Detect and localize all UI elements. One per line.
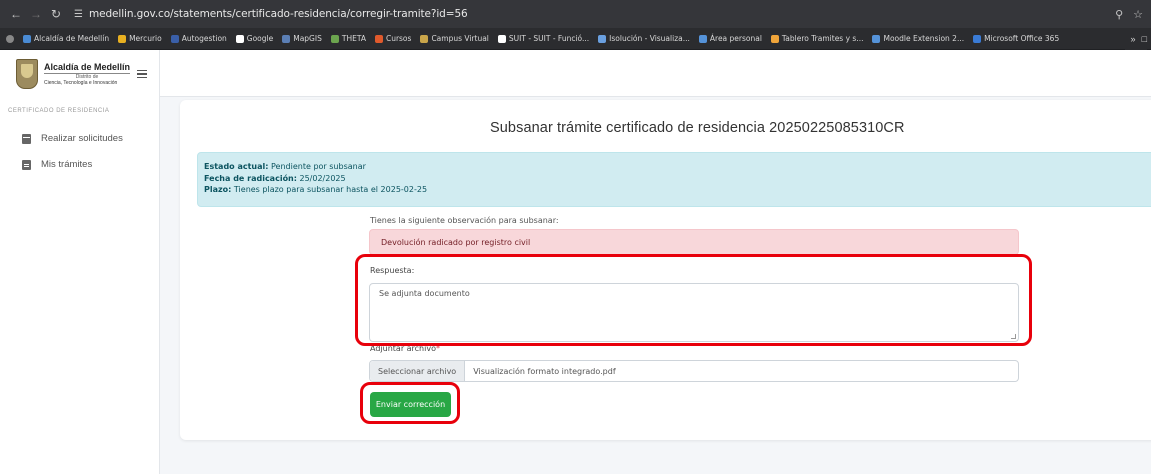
- date-label: Fecha de radicación:: [204, 173, 297, 183]
- bookmark-item[interactable]: MapGIS: [282, 34, 322, 43]
- bookmark-label: Tablero Tramites y s...: [781, 34, 864, 43]
- bookmark-item[interactable]: Alcaldía de Medellín: [23, 34, 109, 43]
- bookmark-label: Campus Virtual: [431, 34, 489, 43]
- forward-icon[interactable]: →: [26, 7, 46, 21]
- bookmark-favicon-icon: [497, 34, 506, 43]
- bookmark-label: THETA: [341, 34, 366, 43]
- bookmark-label: Isolución - Visualiza...: [609, 34, 690, 43]
- bookmark-favicon-icon: [118, 34, 127, 43]
- bookmark-label: SUIT - SUIT - Funció...: [508, 34, 590, 43]
- page-title: Subsanar trámite certificado de residenc…: [490, 120, 905, 136]
- logo-title: Alcaldía de Medellín: [44, 61, 131, 72]
- highlight-submit-button: [360, 382, 460, 424]
- logo-area: Alcaldía de Medellín Distrito de Ciencia…: [0, 50, 160, 97]
- address-bar[interactable]: medellin.gov.co/statements/certificado-r…: [89, 8, 468, 20]
- bookmark-item[interactable]: Google: [235, 34, 274, 43]
- bookmark-item[interactable]: Área personal: [698, 34, 762, 43]
- deadline-label: Plazo:: [204, 185, 232, 194]
- document-icon: [22, 159, 31, 170]
- bookmark-item[interactable]: SUIT - SUIT - Funció...: [497, 34, 590, 43]
- browser-toolbar: ← → ↻ ☰ medellin.gov.co/statements/certi…: [0, 0, 1151, 28]
- status-info-box: Estado actual: Pendiente por subsanar Fe…: [197, 152, 1151, 207]
- status-value: Pendiente por subsanar: [271, 162, 366, 171]
- file-input[interactable]: Seleccionar archivo Visualización format…: [369, 360, 1019, 382]
- folder-icon[interactable]: □: [1142, 34, 1147, 44]
- bookmark-label: Alcaldía de Medellín: [34, 34, 110, 43]
- bookmark-label: Microsoft Office 365: [984, 34, 1060, 43]
- observation-label: Tienes la siguiente observación para sub…: [370, 216, 559, 225]
- bookmark-favicon-icon: [872, 34, 881, 43]
- bookmark-label: Mercurio: [129, 34, 162, 43]
- logo-subtitle: Distrito de: [44, 72, 131, 80]
- apps-icon[interactable]: [6, 34, 14, 43]
- status-label: Estado actual:: [204, 162, 269, 171]
- select-file-button[interactable]: Seleccionar archivo: [370, 361, 466, 381]
- zoom-icon[interactable]: ⚲: [1115, 8, 1123, 21]
- highlight-response-area: [355, 254, 1032, 346]
- bookmark-favicon-icon: [23, 34, 31, 43]
- bookmark-item[interactable]: Moodle Extension 2...: [872, 34, 964, 43]
- logo[interactable]: Alcaldía de Medellín Distrito de Ciencia…: [44, 61, 131, 86]
- coat-of-arms-icon: [16, 58, 38, 89]
- bookmark-label: Área personal: [709, 34, 762, 43]
- logo-tagline: Ciencia, Tecnología e Innovación: [44, 79, 118, 86]
- deadline-value: Tienes plazo para subsanar hasta el 2025…: [233, 185, 428, 194]
- star-icon[interactable]: ☆: [1133, 8, 1143, 21]
- bookmark-item[interactable]: THETA: [330, 34, 366, 43]
- selected-file-name: Visualización formato integrado.pdf: [473, 366, 616, 376]
- back-icon[interactable]: ←: [6, 7, 26, 21]
- bookmark-favicon-icon: [698, 34, 707, 43]
- reload-icon[interactable]: ↻: [46, 7, 66, 21]
- sidebar-item-realizar-solicitudes[interactable]: Realizar solicitudes: [22, 133, 123, 144]
- bookmarks-overflow[interactable]: » □: [1124, 28, 1147, 50]
- bookmark-label: Google: [246, 34, 274, 43]
- bookmark-label: Cursos: [385, 34, 412, 43]
- bookmark-item[interactable]: Mercurio: [118, 34, 162, 43]
- bookmark-label: MapGIS: [293, 34, 322, 43]
- bookmark-favicon-icon: [973, 34, 982, 43]
- bookmark-favicon-icon: [598, 34, 607, 43]
- bookmark-item[interactable]: Cursos: [374, 34, 412, 43]
- sidebar: CERTIFICADO DE RESIDENCIA Realizar solic…: [0, 97, 160, 474]
- bookmarks-bar: Alcaldía de Medellín Mercurio Autogestion G…: [0, 28, 1151, 50]
- bookmark-label: Autogestion: [181, 34, 227, 43]
- calendar-icon: [22, 133, 31, 144]
- sidebar-item-label: Realizar solicitudes: [41, 133, 123, 144]
- observation-alert: Devolución radicado por registro civil: [369, 229, 1019, 255]
- app-header: [0, 50, 1151, 97]
- bookmark-item[interactable]: Autogestion: [170, 34, 227, 43]
- sidebar-section-title: CERTIFICADO DE RESIDENCIA: [8, 108, 110, 114]
- bookmark-favicon-icon: [374, 34, 383, 43]
- more-bookmarks-icon[interactable]: »: [1131, 34, 1136, 44]
- bookmark-favicon-icon: [235, 34, 244, 43]
- bookmark-favicon-icon: [282, 34, 291, 43]
- bookmark-favicon-icon: [170, 34, 179, 43]
- bookmark-item[interactable]: Microsoft Office 365: [973, 34, 1059, 43]
- bookmark-item[interactable]: Isolución - Visualiza...: [598, 34, 690, 43]
- bookmark-favicon-icon: [330, 34, 339, 43]
- bookmark-favicon-icon: [770, 34, 779, 43]
- bookmark-item[interactable]: Tablero Tramites y s...: [770, 34, 864, 43]
- sidebar-item-label: Mis trámites: [41, 159, 93, 170]
- bookmark-label: Moodle Extension 2...: [883, 34, 965, 43]
- site-info-icon[interactable]: ☰: [74, 9, 83, 20]
- bookmark-favicon-icon: [420, 34, 429, 43]
- date-value: 25/02/2025: [299, 173, 346, 183]
- sidebar-item-mis-tramites[interactable]: Mis trámites: [22, 159, 92, 170]
- bookmark-item[interactable]: Campus Virtual: [420, 34, 489, 43]
- menu-toggle-icon[interactable]: [137, 70, 147, 78]
